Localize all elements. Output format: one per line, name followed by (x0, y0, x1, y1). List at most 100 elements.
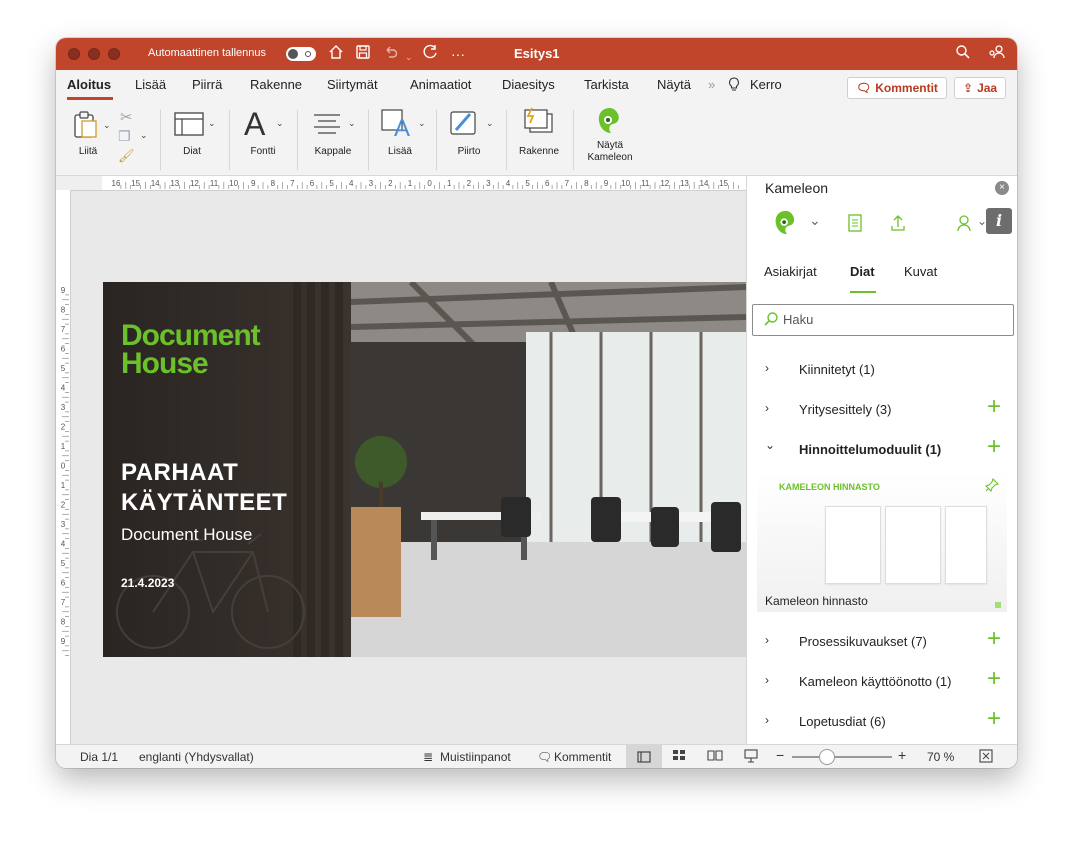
slideshow-icon[interactable] (744, 749, 758, 766)
comments-status-icon[interactable]: 🗨 (537, 750, 552, 764)
user-icon[interactable] (956, 214, 972, 237)
active-tab-indicator (67, 97, 113, 100)
tab-rakenne[interactable]: Rakenne (250, 77, 302, 92)
list-item-label: Kameleon käyttöönotto (1) (799, 674, 952, 689)
close-window-button[interactable] (68, 48, 80, 60)
search-icon[interactable] (955, 44, 971, 66)
designer-button[interactable]: Rakenne (516, 106, 562, 160)
shapes-icon (450, 111, 476, 135)
format-painter-icon[interactable]: 🖌 (118, 148, 135, 164)
copy-icon[interactable]: ❐ (118, 128, 131, 145)
comments-button[interactable]: 🗨 Kommentit (847, 77, 947, 99)
list-item-prosessikuvaukset[interactable]: › Prosessikuvaukset (7) + (747, 622, 1017, 662)
zoom-slider-handle[interactable] (819, 749, 835, 765)
insert-button[interactable]: A ⌄ Lisää (380, 106, 430, 160)
notes-button[interactable]: Muistiinpanot (440, 750, 511, 764)
panel-close-icon[interactable]: × (995, 181, 1009, 195)
drawing-dropdown-icon[interactable]: ⌄ (486, 118, 494, 129)
ruler-tick-label: 6 (545, 179, 550, 188)
slide-thumbnail[interactable]: KAMELEON HINNASTO Kameleon hinnasto (757, 472, 1007, 612)
language-indicator[interactable]: englanti (Yhdysvallat) (139, 750, 254, 764)
list-item-kiinnitetyt[interactable]: › Kiinnitetyt (1) (747, 350, 1017, 390)
chevron-right-icon: › (765, 673, 769, 687)
list-item-label: Hinnoittelumoduulit (1) (799, 442, 942, 457)
paste-button[interactable]: ⌄ Liitä (70, 110, 111, 160)
slide-counter: Dia 1/1 (80, 750, 119, 764)
normal-view-button[interactable] (626, 745, 662, 768)
slide-date[interactable]: 21.4.2023 (121, 576, 174, 590)
share-button[interactable]: ⇪ Jaa (954, 77, 1007, 99)
list-item-yritysesittely[interactable]: › Yritysesittely (3) + (747, 390, 1017, 430)
paragraph-button[interactable]: ⌄ Kappale (310, 110, 360, 160)
slide-editor[interactable]: 16 15 14 13 12 11 10 9 8 7 6 5 4 3 2 1 0 1 2 3 4 5 6 7 8 9 10 11 12 1… (56, 176, 746, 744)
show-kameleon-button[interactable]: Näytä Kameleon (582, 106, 638, 168)
document-list-icon[interactable] (848, 214, 862, 237)
tabs-overflow-icon[interactable]: » (708, 77, 715, 92)
slides-button[interactable]: ⌄ Diat (172, 110, 218, 160)
tab-siirtymat[interactable]: Siirtymät (327, 77, 378, 92)
kameleon-menu-button[interactable]: ⌄ (773, 208, 829, 240)
home-icon[interactable] (328, 44, 344, 66)
autosave-toggle[interactable] (286, 47, 316, 61)
tab-animaatiot[interactable]: Animaatiot (410, 77, 471, 92)
zoom-level[interactable]: 70 % (927, 750, 954, 764)
share-people-icon[interactable] (988, 44, 1006, 66)
tab-piirra[interactable]: Piirrä (192, 77, 222, 92)
more-icon[interactable]: ··· (451, 44, 465, 64)
zoom-window-button[interactable] (108, 48, 120, 60)
copy-dropdown-icon[interactable]: ⌄ (140, 130, 148, 141)
add-plus-icon[interactable]: + (987, 706, 1001, 732)
paragraph-dropdown-icon[interactable]: ⌄ (348, 118, 356, 129)
list-item-hinnoittelumoduulit[interactable]: ⌄ Hinnoittelumoduulit (1) + (747, 430, 1017, 470)
save-icon[interactable] (355, 44, 371, 66)
ruler-tick-label: 7 (290, 179, 295, 188)
panel-tab-kuvat[interactable]: Kuvat (904, 264, 937, 279)
paste-dropdown-icon[interactable]: ⌄ (103, 120, 111, 131)
slide-title[interactable]: PARHAAT KÄYTÄNTEET (121, 458, 287, 518)
add-plus-icon[interactable]: + (987, 434, 1001, 460)
list-item-lopetusdiat[interactable]: › Lopetusdiat (6) + (747, 702, 1017, 742)
undo-dropdown-icon[interactable]: ⌄ (405, 47, 413, 67)
tab-lisaa[interactable]: Lisää (135, 77, 166, 92)
drawing-button[interactable]: ⌄ Piirto (448, 106, 498, 160)
lightbulb-icon[interactable] (728, 77, 740, 95)
tab-nayta[interactable]: Näytä (657, 77, 691, 92)
info-icon[interactable]: i (986, 208, 1012, 234)
tell-me-search[interactable]: Kerro (750, 77, 782, 92)
font-button[interactable]: A ⌄ Fontti (242, 106, 288, 160)
add-plus-icon[interactable]: + (987, 626, 1001, 652)
tab-aloitus[interactable]: Aloitus (67, 77, 111, 92)
ruler-tick-label: 6 (61, 579, 66, 588)
zoom-out-icon[interactable]: − (776, 747, 784, 763)
add-plus-icon[interactable]: + (987, 666, 1001, 692)
font-dropdown-icon[interactable]: ⌄ (276, 118, 284, 129)
notes-icon[interactable]: ≣ (423, 750, 433, 764)
pin-icon[interactable] (984, 477, 1000, 497)
slides-dropdown-icon[interactable]: ⌄ (208, 118, 216, 129)
add-plus-icon[interactable]: + (987, 394, 1001, 420)
zoom-slider[interactable] (792, 756, 892, 758)
ribbon-separator (297, 110, 298, 170)
comments-status-button[interactable]: Kommentit (554, 750, 611, 764)
slide-canvas[interactable]: Document House PARHAAT KÄYTÄNTEET Docume… (103, 282, 746, 657)
undo-icon[interactable] (383, 44, 399, 66)
panel-tab-diat[interactable]: Diat (850, 264, 875, 279)
panel-tab-asiakirjat[interactable]: Asiakirjat (764, 264, 817, 279)
fit-to-window-icon[interactable] (979, 749, 993, 766)
slide-subtitle[interactable]: Document House (121, 525, 252, 545)
tab-tarkista[interactable]: Tarkista (584, 77, 629, 92)
cut-icon[interactable]: ✂ (120, 108, 133, 126)
redo-icon[interactable] (422, 44, 438, 66)
tab-diaesitys[interactable]: Diaesitys (502, 77, 555, 92)
slide-sorter-icon[interactable] (672, 749, 686, 764)
minimize-window-button[interactable] (88, 48, 100, 60)
upload-icon[interactable] (890, 214, 906, 237)
ruler-tick-label: 4 (61, 540, 66, 549)
zoom-in-icon[interactable]: + (898, 747, 906, 763)
reading-view-icon[interactable] (707, 749, 723, 764)
paste-label: Liitä (78, 146, 98, 157)
show-kameleon-label-1: Näytä (596, 140, 624, 151)
ruler-corner (56, 176, 102, 191)
list-item-kameleon-kayttoonotto[interactable]: › Kameleon käyttöönotto (1) + (747, 662, 1017, 702)
insert-dropdown-icon[interactable]: ⌄ (418, 118, 426, 129)
